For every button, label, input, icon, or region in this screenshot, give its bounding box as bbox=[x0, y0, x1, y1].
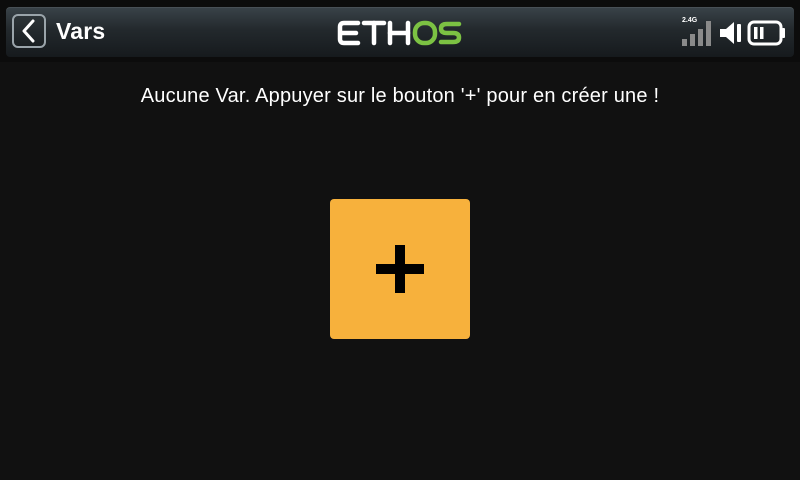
battery-icon bbox=[747, 20, 787, 46]
speaker-icon[interactable] bbox=[718, 19, 744, 47]
header: Vars 2.4G bbox=[0, 0, 800, 62]
add-var-button[interactable] bbox=[330, 199, 470, 339]
rf-signal-indicator: 2.4G bbox=[680, 17, 718, 47]
back-button[interactable] bbox=[12, 14, 46, 48]
ethos-logo bbox=[337, 19, 463, 47]
chevron-left-icon bbox=[19, 19, 39, 43]
plus-icon bbox=[374, 243, 426, 295]
screen: Vars 2.4G Aucune Var. Appuyer sur le bou… bbox=[0, 0, 800, 480]
rf-band-label: 2.4G bbox=[682, 17, 698, 24]
page-title: Vars bbox=[56, 18, 106, 44]
empty-state-message: Aucune Var. Appuyer sur le bouton '+' po… bbox=[140, 85, 660, 107]
